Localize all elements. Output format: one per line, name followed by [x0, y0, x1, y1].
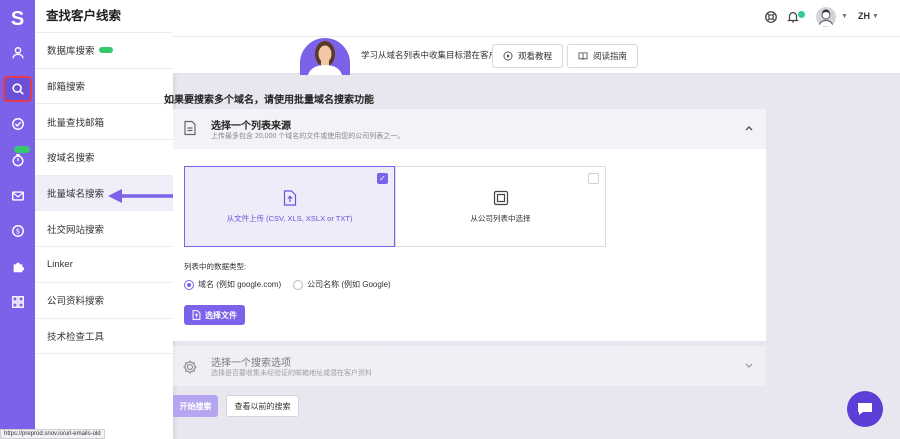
radio-domain-dot[interactable] [184, 279, 194, 290]
book-icon [578, 52, 588, 60]
svg-text:$: $ [16, 228, 20, 236]
upload-file-label: 从文件上传 (CSV, XLS, XSLX or TXT) [226, 213, 353, 223]
company-list-label: 从公司列表中选择 [470, 213, 531, 223]
top-header: ▼ ZH ▼ [173, 0, 900, 36]
radio-domain-label: 域名 (例如 google.com) [198, 280, 282, 289]
search-icon[interactable] [3, 76, 32, 102]
upload-file-icon [283, 189, 296, 206]
choose-file-button[interactable]: 选择文件 [184, 305, 245, 325]
document-icon [184, 120, 196, 136]
nav-item-label: 数据库搜索 [47, 46, 95, 58]
nav-item-linker[interactable]: Linker [35, 247, 173, 283]
step-subtitle: 上传最多包含 20,000 个域名的文件或使用您的公司列表之一。 [211, 133, 405, 140]
grid-icon[interactable] [8, 292, 28, 312]
watch-tutorial-label: 观看教程 [518, 51, 553, 61]
company-list-checkbox[interactable] [588, 173, 599, 184]
nav-item-label: 批量查找邮箱 [47, 117, 105, 129]
radio-company-label: 公司名称 (例如 Google) [307, 280, 391, 289]
nav-item-label: 技术检查工具 [47, 331, 105, 343]
icon-rail: S $ [0, 0, 35, 439]
notification-dot [798, 11, 805, 18]
company-list-option[interactable]: 从公司列表中选择 [395, 166, 606, 247]
read-guide-button[interactable]: 阅读指南 [567, 44, 639, 68]
data-type-label: 列表中的数据类型: [184, 262, 247, 271]
app-logo[interactable]: S [0, 6, 35, 32]
nav-item-label: 批量域名搜索 [47, 189, 105, 201]
chevron-up-icon[interactable] [744, 123, 754, 133]
upload-option-checkbox[interactable]: ✓ [377, 173, 388, 184]
step-list-source-card: 选择一个列表来源 上传最多包含 20,000 个域名的文件或使用您的公司列表之一… [173, 109, 766, 341]
step-list-source-header[interactable]: 选择一个列表来源 上传最多包含 20,000 个域名的文件或使用您的公司列表之一… [173, 109, 766, 149]
read-guide-label: 阅读指南 [593, 51, 628, 61]
start-search-button[interactable]: 开始搜索 [173, 395, 218, 417]
nav-panel: 查找客户线索 数据库搜索 邮箱搜索 批量查找邮箱 按域名搜索 批量域名搜索 社交… [35, 0, 173, 439]
language-switcher[interactable]: ZH [858, 11, 870, 21]
start-search-label: 开始搜索 [179, 401, 212, 411]
chevron-down-icon[interactable] [744, 360, 754, 370]
page-title: 如果要搜索多个域名，请使用批量域名搜索功能 [164, 91, 374, 106]
radio-domain[interactable]: 域名 (例如 google.com) [184, 279, 281, 290]
nav-item-label: 社交网站搜索 [47, 224, 105, 236]
nav-item-label: 邮箱搜索 [47, 82, 86, 94]
pointer-arrow-icon [108, 189, 176, 203]
nav-item-social-search[interactable]: 社交网站搜索 [35, 211, 173, 248]
nav-item-domain-search[interactable]: 按域名搜索 [35, 140, 173, 176]
step-title: 选择一个搜索选项 [211, 358, 291, 369]
play-icon [503, 51, 513, 61]
nav-item-company-profile-search[interactable]: 公司资料搜索 [35, 283, 173, 319]
data-type-radios: 域名 (例如 google.com) 公司名称 (例如 Google) [184, 279, 391, 290]
chat-bubble-icon [858, 403, 872, 415]
nav-panel-title: 查找客户线索 [35, 0, 173, 33]
nav-item-database-search[interactable]: 数据库搜索 [35, 33, 173, 69]
step-subtitle: 选择是否要收集未经验证的邮箱地址或潜在客户资料 [211, 370, 372, 377]
upload-file-option[interactable]: ✓ 从文件上传 (CSV, XLS, XSLX or TXT) [184, 166, 395, 247]
previous-searches-button[interactable]: 查看以前的搜索 [226, 395, 299, 417]
radio-company-name[interactable]: 公司名称 (例如 Google) [293, 279, 391, 290]
gear-icon [183, 360, 197, 374]
watch-tutorial-button[interactable]: 观看教程 [492, 44, 564, 68]
presenter-photo [300, 38, 350, 75]
tutorial-text: 学习从域名列表中收集目标潜在客户 [361, 50, 498, 60]
user-icon[interactable] [8, 43, 28, 63]
timer-icon[interactable] [8, 150, 28, 170]
mail-icon[interactable] [8, 186, 28, 206]
new-badge [98, 47, 113, 54]
chevron-down-icon[interactable]: ▼ [872, 13, 879, 20]
step-search-option-card[interactable]: 选择一个搜索选项 选择是否要收集未经验证的邮箱地址或潜在客户资料 [173, 346, 766, 386]
file-upload-icon [192, 310, 201, 320]
choose-file-label: 选择文件 [205, 310, 237, 320]
nav-item-label: 按域名搜索 [47, 153, 95, 165]
tutorial-banner: 学习从域名列表中收集目标潜在客户 观看教程 阅读指南 [173, 36, 900, 75]
step-title: 选择一个列表来源 [211, 121, 291, 132]
help-lifebuoy-icon[interactable] [764, 10, 778, 24]
radio-company-dot[interactable] [293, 279, 304, 290]
nav-item-label: Linker [47, 258, 73, 270]
nav-item-tech-checker[interactable]: 技术检查工具 [35, 319, 173, 355]
avatar[interactable] [816, 7, 836, 27]
previous-searches-label: 查看以前的搜索 [234, 401, 291, 411]
chat-button[interactable] [847, 391, 883, 427]
dollar-icon[interactable]: $ [8, 221, 28, 241]
nav-item-label: 公司资料搜索 [47, 296, 105, 308]
check-circle-icon[interactable] [8, 114, 28, 134]
company-list-icon [493, 190, 508, 205]
chevron-down-icon[interactable]: ▼ [841, 13, 848, 20]
puzzle-icon[interactable] [8, 257, 28, 277]
page-title-text: 如果要搜索多个域名，请使用批量域名搜索功能 [164, 95, 374, 106]
nav-item-email-search[interactable]: 邮箱搜索 [35, 69, 173, 105]
nav-item-bulk-email-search[interactable]: 批量查找邮箱 [35, 104, 173, 141]
status-bar-url: https://preprod.snov.io/url-emails-old [0, 429, 105, 439]
